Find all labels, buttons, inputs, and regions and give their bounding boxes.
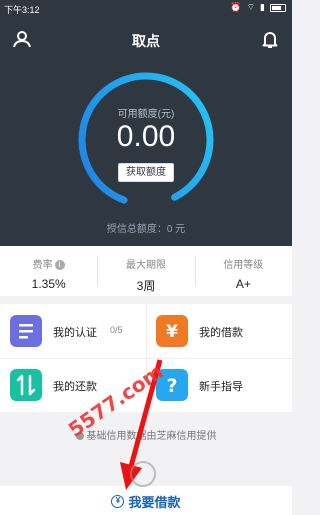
info-icon[interactable]: i	[54, 260, 65, 270]
provider-text: 基础信用数据由芝麻信用提供	[86, 431, 217, 442]
available-limit-value: 0.00	[116, 120, 176, 153]
menu-my-repay-label: 我的还款	[53, 381, 97, 393]
status-time: 下午3:12	[4, 5, 40, 15]
watermark-seal-icon	[130, 461, 156, 487]
question-icon: ?	[156, 369, 188, 401]
available-limit-label: 可用额度(元)	[117, 109, 175, 120]
sesame-icon	[75, 432, 84, 440]
stat-max-term-value: 3周	[136, 279, 156, 293]
wifi-icon: ⌔	[246, 2, 256, 12]
battery-icon	[270, 3, 286, 12]
stat-credit-level-label: 信用等级	[223, 260, 264, 271]
menu-grid: 我的认证 0/5 ¥ 我的借款 我的还款 ? 新手指导	[0, 304, 292, 412]
menu-my-loan-label: 我的借款	[199, 327, 243, 339]
system-icons: ⏰ ⌔ ▮	[230, 2, 286, 13]
stat-credit-level-value: A+	[235, 277, 251, 291]
app-header: 取点	[0, 22, 292, 56]
grid-divider-horizontal	[0, 358, 292, 359]
svg-text:?: ?	[166, 375, 177, 397]
menu-my-repay[interactable]: 我的还款	[0, 358, 146, 412]
stats-bar: 费率 i 1.35% 最大期限 3周 信用等级 A+	[0, 246, 292, 296]
borrow-button[interactable]: ¥ 我要借款	[111, 492, 181, 511]
transfer-arrows-icon	[10, 369, 42, 401]
total-credit-text: 授信总额度：0 元	[106, 224, 186, 235]
menu-my-auth-count: 0/5	[110, 325, 123, 335]
bell-icon[interactable]	[260, 29, 280, 49]
page-title: 取点	[132, 33, 160, 49]
svg-text:¥: ¥	[166, 322, 178, 342]
stat-max-term-label: 最大期限	[125, 260, 166, 271]
menu-guide-label: 新手指导	[199, 381, 243, 393]
stat-max-term: 最大期限 3周	[97, 246, 194, 296]
menu-guide[interactable]: ? 新手指导	[146, 358, 292, 412]
get-limit-button[interactable]: 获取额度	[118, 163, 174, 182]
status-bar: 下午3:12 ⏰ ⌔ ▮	[0, 0, 292, 16]
signal-icon: ▮	[260, 2, 265, 12]
menu-my-auth[interactable]: 我的认证 0/5	[0, 304, 146, 358]
menu-my-auth-label: 我的认证	[53, 327, 97, 339]
provider-note: 基础信用数据由芝麻信用提供	[0, 427, 292, 442]
stat-rate-label: 费率	[32, 260, 53, 271]
alarm-icon: ⏰	[230, 2, 242, 12]
yen-circle-icon: ¥	[111, 495, 125, 508]
borrow-button-label: 我要借款	[128, 495, 181, 510]
document-icon	[10, 315, 42, 347]
menu-my-loan[interactable]: ¥ 我的借款	[146, 304, 292, 358]
yen-icon: ¥	[156, 315, 188, 347]
stat-rate-value: 1.35%	[31, 277, 66, 291]
borrow-bar: ¥ 我要借款	[0, 486, 292, 515]
stat-rate: 费率 i 1.35%	[0, 246, 97, 296]
stat-credit-level: 信用等级 A+	[194, 246, 292, 296]
